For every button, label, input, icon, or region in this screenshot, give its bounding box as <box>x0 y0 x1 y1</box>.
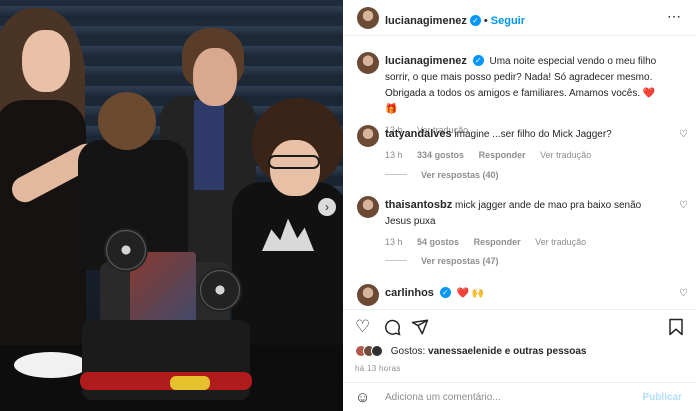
view-replies-button[interactable]: Ver respostas (47) <box>385 256 499 266</box>
post-sidebar: lucianagimenez ✓ • Seguir ⋯ lucianagimenez … <box>343 0 696 411</box>
comment-icon[interactable] <box>383 318 401 340</box>
heart-icon[interactable]: ♡ <box>355 318 370 336</box>
see-translation-link[interactable]: Ver tradução <box>535 237 586 247</box>
comment-username[interactable]: tatyandalves <box>385 128 452 140</box>
comment-like-heart-icon[interactable]: ♡ <box>679 288 688 299</box>
comment-item: carlinhos ✓ ❤️ 🙌 ♡ <box>357 284 688 309</box>
comment-likes-count[interactable]: 54 gostos <box>417 237 459 247</box>
publish-button[interactable]: Publicar <box>643 392 682 403</box>
carousel-next-icon[interactable]: › <box>318 198 336 216</box>
more-icon[interactable]: ⋯ <box>667 8 682 25</box>
comment-like-heart-icon[interactable]: ♡ <box>679 200 688 211</box>
add-comment-bar: ☺ Adiciona um comentário... Publicar <box>343 382 696 411</box>
comment-text: ❤️ 🙌 <box>456 288 485 299</box>
comment-input[interactable]: Adiciona um comentário... <box>385 392 501 403</box>
post-time: há 13 horas <box>355 364 401 373</box>
post-header: lucianagimenez ✓ • Seguir ⋯ <box>343 0 696 36</box>
reply-button[interactable]: Responder <box>474 237 521 247</box>
post-caption: lucianagimenez ✓ Uma noite especial vend… <box>357 52 688 135</box>
comment-like-heart-icon[interactable]: ♡ <box>679 129 688 140</box>
commenter-avatar[interactable] <box>357 196 379 218</box>
bookmark-icon[interactable] <box>668 318 684 340</box>
liker-avatar <box>371 345 383 357</box>
likes-summary[interactable]: Gostos: vanessaelenide e outras pessoas <box>355 345 586 357</box>
verified-badge-icon: ✓ <box>472 55 484 66</box>
comment-text: imagine ...ser filho do Mick Jagger? <box>454 129 612 140</box>
comment-item: thaisantosbz mick jagger ande de mao pra… <box>357 196 688 247</box>
verified-badge-icon: ✓ <box>469 15 481 26</box>
vinyl-record-decoration <box>198 268 242 312</box>
commenter-avatar[interactable] <box>357 125 379 147</box>
author-avatar[interactable] <box>357 52 379 74</box>
share-icon[interactable] <box>411 318 429 340</box>
commenter-avatar[interactable] <box>357 284 379 306</box>
likes-names[interactable]: vanessaelenide e outras pessoas <box>428 346 586 357</box>
post-actions-bar: ♡ <box>343 309 696 345</box>
reply-button[interactable]: Responder <box>479 150 526 160</box>
comment-username[interactable]: thaisantosbz <box>385 199 452 211</box>
likes-prefix: Gostos: <box>390 346 429 357</box>
comment-username[interactable]: carlinhos <box>385 287 434 299</box>
caption-username[interactable]: lucianagimenez <box>385 55 467 67</box>
verified-badge-icon: ✓ <box>439 287 451 298</box>
author-avatar[interactable] <box>357 7 379 29</box>
comment-age: 13 h <box>385 150 403 160</box>
comments-list[interactable]: lucianagimenez ✓ Uma noite especial vend… <box>343 36 696 309</box>
author-username[interactable]: lucianagimenez <box>385 15 467 27</box>
follow-button[interactable]: Seguir <box>491 15 525 27</box>
comment-likes-count[interactable]: 334 gostos <box>417 150 464 160</box>
comment-age: 13 h <box>385 237 403 247</box>
vinyl-record-decoration <box>104 228 148 272</box>
see-translation-link[interactable]: Ver tradução <box>540 150 591 160</box>
comment-item: tatyandalves imagine ...ser filho do Mic… <box>357 125 688 165</box>
photo-plate <box>14 352 88 378</box>
emoji-icon[interactable]: ☺ <box>355 389 370 406</box>
post-photo[interactable]: › <box>0 0 343 411</box>
view-replies-button[interactable]: Ver respostas (40) <box>385 170 499 180</box>
separator-dot: • <box>483 15 488 27</box>
